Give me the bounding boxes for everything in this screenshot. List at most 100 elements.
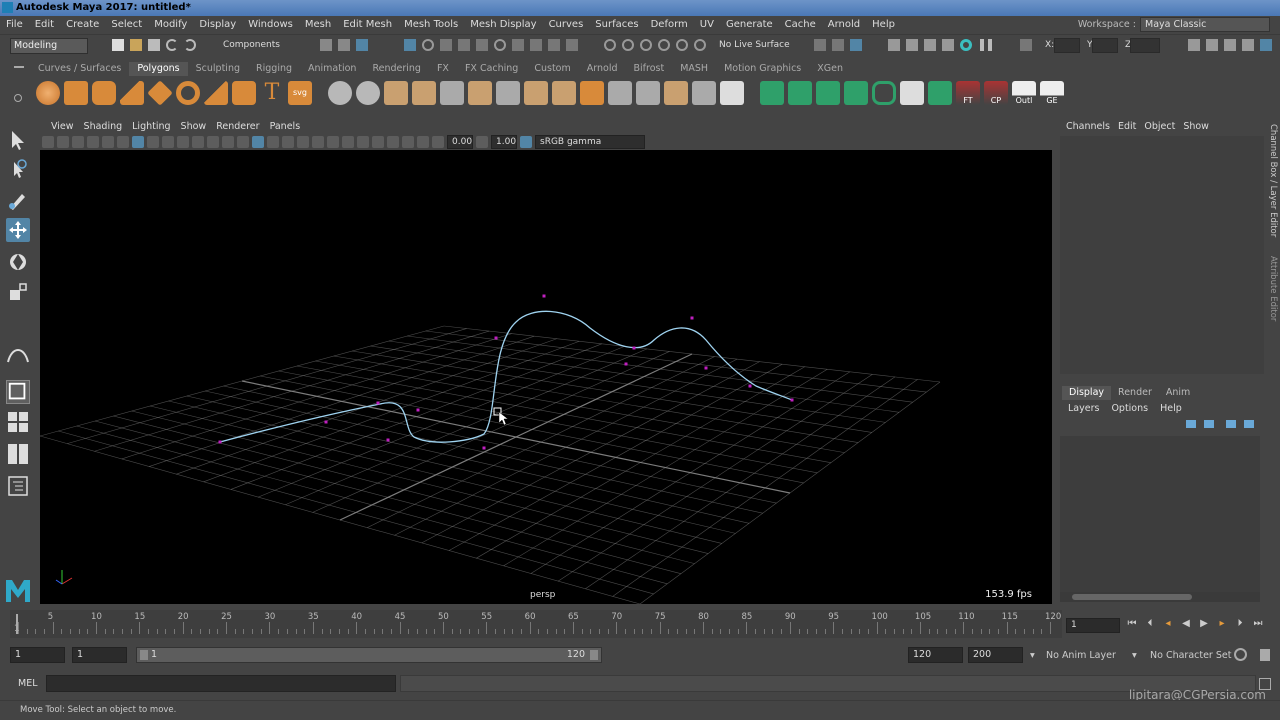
- control-vertex[interactable]: [690, 316, 694, 320]
- film-gate-icon[interactable]: [147, 136, 159, 148]
- viewport-menu-show[interactable]: Show: [176, 120, 212, 134]
- tool-settings-toggle-icon[interactable]: [1242, 39, 1254, 51]
- play-forwards-icon[interactable]: ▶: [1198, 618, 1210, 630]
- side-tab-channel-box[interactable]: Channel Box / Layer Editor: [1268, 124, 1278, 237]
- animation-end-field[interactable]: 200: [968, 647, 1023, 663]
- workspace-dropdown[interactable]: Maya Classic: [1140, 17, 1270, 32]
- paint-select-tool-icon[interactable]: [6, 188, 30, 212]
- shelf-tab-fx-caching[interactable]: FX Caching: [457, 62, 526, 76]
- layer-tab-anim[interactable]: Anim: [1159, 386, 1197, 400]
- layer-menu-layers[interactable]: Layers: [1062, 402, 1105, 416]
- shelf-tab-sculpting[interactable]: Sculpting: [188, 62, 248, 76]
- light-editor-icon[interactable]: [942, 39, 954, 51]
- help-query-icon[interactable]: [530, 39, 542, 51]
- shelf-outliner-icon[interactable]: Outl: [1012, 81, 1036, 105]
- current-time-marker[interactable]: [16, 614, 18, 634]
- menu-uv[interactable]: UV: [694, 16, 720, 34]
- append-polygon-icon[interactable]: [664, 81, 688, 105]
- layer-menu-help[interactable]: Help: [1154, 402, 1188, 416]
- menu-mesh[interactable]: Mesh: [299, 16, 337, 34]
- select-hierarchy-icon[interactable]: [320, 39, 332, 51]
- checker-icon[interactable]: [720, 81, 744, 105]
- select-component-icon[interactable]: [356, 39, 368, 51]
- current-frame-field[interactable]: 1: [1066, 618, 1120, 633]
- smooth-icon[interactable]: [412, 81, 436, 105]
- anim-layer-dropdown[interactable]: No Anim Layer: [1046, 650, 1116, 661]
- channel-box-menu-object[interactable]: Object: [1140, 120, 1179, 134]
- color-management-icon[interactable]: [520, 136, 532, 148]
- viewport-menu-lighting[interactable]: Lighting: [127, 120, 175, 134]
- uv-editor-icon[interactable]: [760, 81, 784, 105]
- ambient-occlusion-icon[interactable]: [327, 136, 339, 148]
- smooth-shade-icon[interactable]: [252, 136, 264, 148]
- anim-layer-dropdown-arrow[interactable]: ▾: [1030, 650, 1035, 661]
- channel-box-menu-channels[interactable]: Channels: [1062, 120, 1114, 134]
- shelf-tab-mash[interactable]: MASH: [672, 62, 716, 76]
- shelf-settings-icon[interactable]: [14, 94, 22, 102]
- lock-icon[interactable]: [548, 39, 560, 51]
- control-vertex[interactable]: [376, 401, 380, 405]
- x-ray-joints-icon[interactable]: [417, 136, 429, 148]
- auto-key-icon[interactable]: [1234, 648, 1247, 661]
- use-all-lights-icon[interactable]: [297, 136, 309, 148]
- control-vertex[interactable]: [790, 398, 794, 402]
- shelf-tab-polygons[interactable]: Polygons: [129, 62, 188, 76]
- poly-torus-icon[interactable]: [176, 81, 200, 105]
- select-camera-icon[interactable]: [42, 136, 54, 148]
- snap-point-icon[interactable]: [440, 39, 452, 51]
- wireframe-on-shaded-icon[interactable]: [267, 136, 279, 148]
- safe-action-icon[interactable]: [207, 136, 219, 148]
- shelf-tab-rendering[interactable]: Rendering: [364, 62, 429, 76]
- gamma-icon[interactable]: [476, 136, 488, 148]
- gate-mask-icon[interactable]: [177, 136, 189, 148]
- shelf-tab-animation[interactable]: Animation: [300, 62, 364, 76]
- extrude-icon[interactable]: [524, 81, 548, 105]
- arnold-render-icon[interactable]: [960, 39, 972, 51]
- reduce-icon[interactable]: [440, 81, 464, 105]
- menu-modify[interactable]: Modify: [148, 16, 193, 34]
- menu-select[interactable]: Select: [105, 16, 148, 34]
- control-vertex[interactable]: [324, 420, 328, 424]
- soft-mod-tool-icon[interactable]: [6, 342, 30, 366]
- animation-start-field[interactable]: 1: [10, 647, 65, 663]
- channel-box-menu-show[interactable]: Show: [1179, 120, 1213, 134]
- shelf-tab-curves-surfaces[interactable]: Curves / Surfaces: [30, 62, 129, 76]
- viewport-menu-view[interactable]: View: [46, 120, 79, 134]
- poly-svg-icon[interactable]: svg: [288, 81, 312, 105]
- scrollbar-thumb[interactable]: [1072, 594, 1192, 600]
- menu-curves[interactable]: Curves: [543, 16, 590, 34]
- grid-toggle-icon[interactable]: [132, 136, 144, 148]
- input-ops-icon[interactable]: [512, 39, 524, 51]
- move-tool-icon[interactable]: [6, 218, 30, 242]
- nurbs-curve[interactable]: [219, 310, 793, 443]
- bridge-icon[interactable]: [552, 81, 576, 105]
- unfold-icon[interactable]: [844, 81, 868, 105]
- ipr-render-icon[interactable]: [850, 39, 862, 51]
- layout-uv-icon[interactable]: [872, 81, 896, 105]
- new-layer-from-selected-icon[interactable]: [1244, 420, 1254, 428]
- shelf-menu-icon[interactable]: [14, 66, 24, 68]
- snap-live-icon[interactable]: [476, 39, 488, 51]
- two-d-pan-zoom-icon[interactable]: [102, 136, 114, 148]
- shelf-tab-bifrost[interactable]: Bifrost: [626, 62, 673, 76]
- layer-list[interactable]: [1060, 436, 1260, 592]
- shelf-tab-fx[interactable]: FX: [429, 62, 457, 76]
- go-to-end-icon[interactable]: ⏭: [1252, 618, 1264, 630]
- menu-mesh-tools[interactable]: Mesh Tools: [398, 16, 464, 34]
- select-object-icon[interactable]: [338, 39, 350, 51]
- poly-cone-icon[interactable]: [120, 81, 144, 105]
- image-plane-icon[interactable]: [87, 136, 99, 148]
- control-vertex[interactable]: [748, 384, 752, 388]
- uv-checker-icon[interactable]: [900, 81, 924, 105]
- step-forward-key-icon[interactable]: ▸: [1216, 618, 1228, 630]
- menu-set-dropdown[interactable]: Modeling: [10, 38, 88, 54]
- pivot-icon[interactable]: [676, 39, 688, 51]
- bookmark-icon[interactable]: [72, 136, 84, 148]
- menu-create[interactable]: Create: [60, 16, 105, 34]
- snap-grid-icon[interactable]: [404, 39, 416, 51]
- menu-edit-mesh[interactable]: Edit Mesh: [337, 16, 398, 34]
- textured-icon[interactable]: [282, 136, 294, 148]
- menu-deform[interactable]: Deform: [645, 16, 694, 34]
- range-slider[interactable]: 1 120: [136, 647, 602, 663]
- channel-box-content[interactable]: [1060, 136, 1264, 374]
